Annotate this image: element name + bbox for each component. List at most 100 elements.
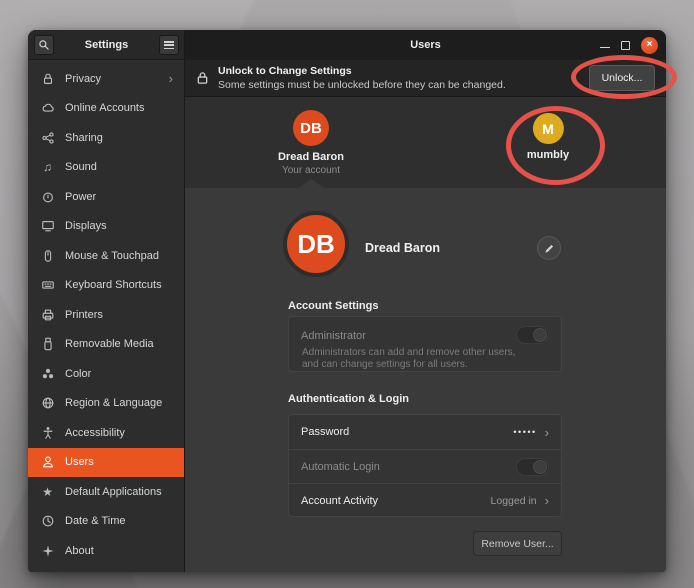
color-icon	[40, 366, 55, 381]
sidebar-item-label: Online Accounts	[65, 102, 145, 114]
administrator-toggle[interactable]	[516, 326, 549, 344]
account-activity-label: Account Activity	[301, 495, 378, 507]
sidebar-header: Settings	[28, 30, 185, 60]
user-details: DB Dread Baron Account Settings Administ…	[185, 188, 666, 572]
unlock-button[interactable]: Unlock...	[589, 65, 655, 91]
main-panel: Users × Unlock to Change Settings Some s…	[185, 30, 666, 572]
sidebar-item-label: Color	[65, 368, 91, 380]
password-label: Password	[301, 426, 349, 438]
administrator-label: Administrator	[301, 330, 366, 342]
accessibility-icon	[40, 425, 55, 440]
sidebar-item-users[interactable]: Users	[28, 448, 185, 478]
carousel-user-mumbly[interactable]: M mumbly	[527, 113, 569, 161]
hamburger-icon	[164, 41, 174, 49]
sparkle-icon	[40, 543, 55, 558]
sidebar-item-power[interactable]: Power	[28, 182, 185, 212]
profile-avatar: DB	[283, 211, 349, 277]
window-controls: ×	[600, 30, 658, 60]
infobar-title: Unlock to Change Settings	[218, 65, 506, 77]
sidebar-item-label: About	[65, 545, 94, 557]
printer-icon	[40, 307, 55, 322]
toggle-knob	[533, 460, 547, 474]
account-settings-card: Administrator Administrators can add and…	[288, 316, 562, 372]
chevron-right-icon	[545, 493, 549, 508]
sidebar-item-accessibility[interactable]: Accessibility	[28, 418, 185, 448]
automatic-login-row: Automatic Login	[289, 449, 561, 483]
sidebar-item-label: Displays	[65, 220, 107, 232]
password-row[interactable]: Password •••••	[289, 415, 561, 449]
menu-button[interactable]	[159, 35, 179, 55]
sidebar-item-label: Accessibility	[65, 427, 125, 439]
automatic-login-toggle[interactable]	[516, 458, 549, 476]
lock-icon	[196, 71, 209, 85]
cloud-icon	[40, 101, 55, 116]
sidebar-item-online-accounts[interactable]: Online Accounts	[28, 94, 185, 124]
sidebar-item-removable-media[interactable]: Removable Media	[28, 330, 185, 360]
clock-icon	[40, 514, 55, 529]
user-name: Dread Baron	[278, 151, 344, 163]
user-carousel: DB Dread Baron Your account M mumbly	[185, 97, 666, 188]
usb-drive-icon	[40, 337, 55, 352]
password-value: •••••	[513, 427, 536, 437]
section-account-settings: Account Settings	[288, 300, 378, 312]
sidebar-item-label: Sharing	[65, 132, 103, 144]
sidebar-item-label: Region & Language	[65, 397, 162, 409]
unlock-infobar: Unlock to Change Settings Some settings …	[185, 60, 666, 97]
settings-window: Settings Privacy Online Accounts Shari	[28, 30, 666, 572]
selected-user-pointer	[298, 179, 324, 188]
sidebar-item-displays[interactable]: Displays	[28, 212, 185, 242]
toggle-knob	[533, 328, 547, 342]
music-note-icon: ♫	[40, 160, 55, 175]
administrator-description: Administrators can add and remove other …	[302, 347, 530, 371]
chevron-right-icon	[169, 72, 173, 85]
sidebar-item-sound[interactable]: ♫ Sound	[28, 153, 185, 183]
users-icon	[40, 455, 55, 470]
automatic-login-label: Automatic Login	[301, 461, 380, 473]
avatar: DB	[293, 110, 329, 146]
sidebar-item-label: Date & Time	[65, 515, 126, 527]
avatar: M	[533, 113, 564, 144]
sidebar-item-sharing[interactable]: Sharing	[28, 123, 185, 153]
infobar-subtitle: Some settings must be unlocked before th…	[218, 79, 506, 91]
user-subtitle: Your account	[278, 165, 344, 176]
sidebar-item-keyboard-shortcuts[interactable]: Keyboard Shortcuts	[28, 271, 185, 301]
sidebar-item-date-time[interactable]: Date & Time	[28, 507, 185, 537]
share-icon	[40, 130, 55, 145]
sidebar-item-default-applications[interactable]: ★ Default Applications	[28, 477, 185, 507]
sidebar-item-label: Users	[65, 456, 94, 468]
chevron-right-icon	[545, 425, 549, 440]
sidebar: Settings Privacy Online Accounts Shari	[28, 30, 185, 572]
authentication-card: Password ••••• Automatic Login Account A…	[288, 414, 562, 517]
edit-name-button[interactable]	[537, 236, 561, 260]
user-name: mumbly	[527, 149, 569, 161]
account-activity-value: Logged in	[491, 495, 537, 507]
infobar-text: Unlock to Change Settings Some settings …	[218, 65, 506, 91]
sidebar-item-color[interactable]: Color	[28, 359, 185, 389]
minimize-button[interactable]	[600, 47, 610, 48]
close-button[interactable]: ×	[641, 37, 658, 54]
sidebar-item-privacy[interactable]: Privacy	[28, 64, 185, 94]
sidebar-item-mouse-touchpad[interactable]: Mouse & Touchpad	[28, 241, 185, 271]
headerbar: Users ×	[185, 30, 666, 60]
profile-name: Dread Baron	[365, 241, 440, 255]
sidebar-item-region-language[interactable]: Region & Language	[28, 389, 185, 419]
lock-icon	[40, 71, 55, 86]
mouse-icon	[40, 248, 55, 263]
remove-user-button[interactable]: Remove User...	[473, 531, 562, 556]
power-icon	[40, 189, 55, 204]
sidebar-item-label: Printers	[65, 309, 103, 321]
globe-icon	[40, 396, 55, 411]
sidebar-item-label: Removable Media	[65, 338, 154, 350]
page-title: Users	[185, 30, 666, 60]
sidebar-item-label: Power	[65, 191, 96, 203]
display-icon	[40, 219, 55, 234]
sidebar-item-about[interactable]: About	[28, 536, 185, 566]
carousel-user-dread-baron[interactable]: DB Dread Baron Your account	[278, 110, 344, 176]
pencil-icon	[544, 243, 555, 254]
maximize-button[interactable]	[621, 41, 630, 50]
account-activity-row[interactable]: Account Activity Logged in	[289, 483, 561, 517]
sidebar-item-label: Default Applications	[65, 486, 162, 498]
sidebar-item-printers[interactable]: Printers	[28, 300, 185, 330]
sidebar-item-label: Privacy	[65, 73, 101, 85]
keyboard-icon	[40, 278, 55, 293]
